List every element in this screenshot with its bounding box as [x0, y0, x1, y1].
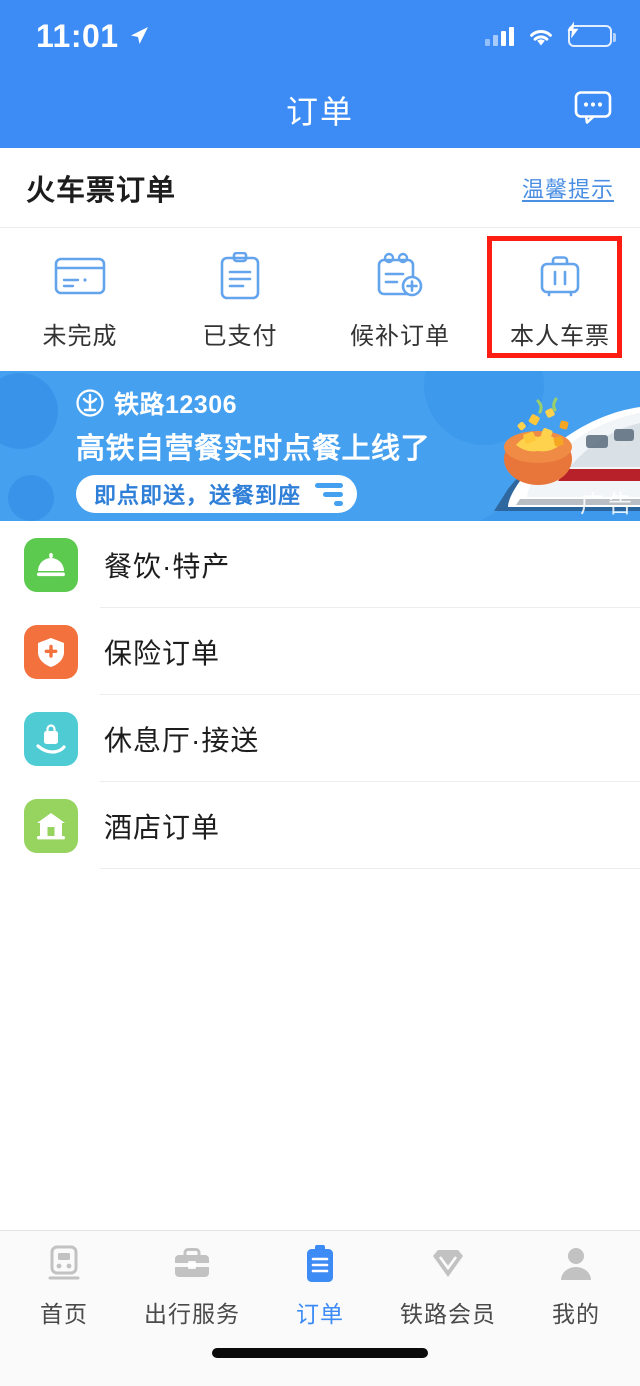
app-screen: 11:01 订单 — [0, 0, 640, 1386]
home-indicator[interactable] — [212, 1348, 428, 1358]
cellular-signal-icon — [485, 26, 514, 46]
status-bar: 11:01 — [0, 0, 640, 72]
category-waitlist[interactable]: 候补订单 — [320, 252, 480, 351]
chat-bubble-icon[interactable] — [574, 91, 612, 130]
order-category-row: 未完成 已支付 — [0, 228, 640, 371]
person-icon — [559, 1243, 593, 1285]
lounge-pickup-icon — [24, 712, 78, 766]
status-bar-left: 11:01 — [36, 20, 150, 52]
location-arrow-icon — [128, 25, 150, 47]
tab-label: 我的 — [552, 1295, 600, 1329]
list-item-label: 酒店订单 — [104, 806, 220, 846]
tab-mine[interactable]: 我的 — [512, 1243, 640, 1329]
tab-railway-member[interactable]: 铁路会员 — [384, 1243, 512, 1329]
list-item[interactable]: 餐饮·特产 — [0, 521, 640, 608]
calendar-plus-icon — [375, 252, 425, 300]
tab-orders[interactable]: 订单 — [256, 1243, 384, 1329]
tab-label: 出行服务 — [144, 1295, 240, 1329]
page-title: 订单 — [286, 87, 354, 133]
list-item[interactable]: 休息厅·接送 — [0, 695, 640, 782]
tab-home[interactable]: 首页 — [0, 1243, 128, 1329]
category-incomplete[interactable]: 未完成 — [0, 252, 160, 351]
credit-card-icon — [54, 252, 106, 300]
ad-headline: 高铁自营餐实时点餐上线了 — [76, 425, 447, 467]
bottom-tab-bar: 首页 出行服务 订单 — [0, 1230, 640, 1340]
list-item-label: 休息厅·接送 — [104, 719, 259, 759]
list-item-label: 保险订单 — [104, 632, 220, 672]
lightning-bolt-icon — [566, 21, 579, 38]
ad-banner-content: 铁路12306 高铁自营餐实时点餐上线了 即点即送，送餐到座 已覆盖京、武、济、… — [76, 385, 447, 521]
ad-brand-text: 铁路12306 — [114, 385, 237, 421]
category-label: 已支付 — [203, 316, 278, 351]
category-paid[interactable]: 已支付 — [160, 252, 320, 351]
diamond-icon — [429, 1243, 467, 1285]
category-my-tickets[interactable]: 本人车票 — [480, 252, 640, 351]
clipboard-filled-icon — [304, 1243, 336, 1285]
ad-banner[interactable]: 铁路12306 高铁自营餐实时点餐上线了 即点即送，送餐到座 已覆盖京、武、济、… — [0, 371, 640, 521]
wifi-icon — [527, 26, 555, 47]
briefcase-icon — [172, 1243, 212, 1285]
status-bar-right — [485, 25, 612, 47]
hotel-house-icon — [24, 799, 78, 853]
divider — [100, 868, 640, 869]
arrow-dashes-icon — [315, 483, 343, 506]
decorative-circle — [8, 475, 54, 521]
china-railway-logo-icon — [76, 389, 104, 417]
tab-label: 首页 — [40, 1295, 88, 1329]
battery-charging-icon — [568, 25, 612, 47]
ad-brand-line: 铁路12306 — [76, 385, 447, 421]
category-label: 本人车票 — [510, 316, 610, 351]
category-label: 候补订单 — [350, 316, 450, 351]
decorative-circle — [0, 373, 58, 449]
category-label: 未完成 — [43, 316, 118, 351]
friendly-tips-link[interactable]: 温馨提示 — [522, 172, 614, 204]
status-time: 11:01 — [36, 20, 119, 52]
nav-bar: 订单 — [0, 72, 640, 148]
tab-label: 订单 — [296, 1295, 344, 1329]
list-item-label: 餐饮·特产 — [104, 545, 230, 585]
clipboard-icon — [218, 252, 262, 300]
ad-pill: 即点即送，送餐到座 — [76, 475, 357, 513]
home-indicator-area — [0, 1340, 640, 1386]
insurance-shield-icon — [24, 625, 78, 679]
suitcase-icon — [537, 252, 583, 300]
train-icon — [47, 1243, 81, 1285]
list-item[interactable]: 保险订单 — [0, 608, 640, 695]
food-cloche-icon — [24, 538, 78, 592]
ad-label: 广告 — [580, 484, 636, 519]
tab-label: 铁路会员 — [400, 1295, 496, 1329]
tab-travel-services[interactable]: 出行服务 — [128, 1243, 256, 1329]
other-orders-list: 餐饮·特产 保险订单 休息厅·接送 — [0, 521, 640, 1230]
train-order-section-header: 火车票订单 温馨提示 — [0, 148, 640, 228]
ad-pill-text: 即点即送，送餐到座 — [94, 478, 301, 510]
section-title: 火车票订单 — [26, 167, 176, 209]
list-item[interactable]: 酒店订单 — [0, 782, 640, 869]
